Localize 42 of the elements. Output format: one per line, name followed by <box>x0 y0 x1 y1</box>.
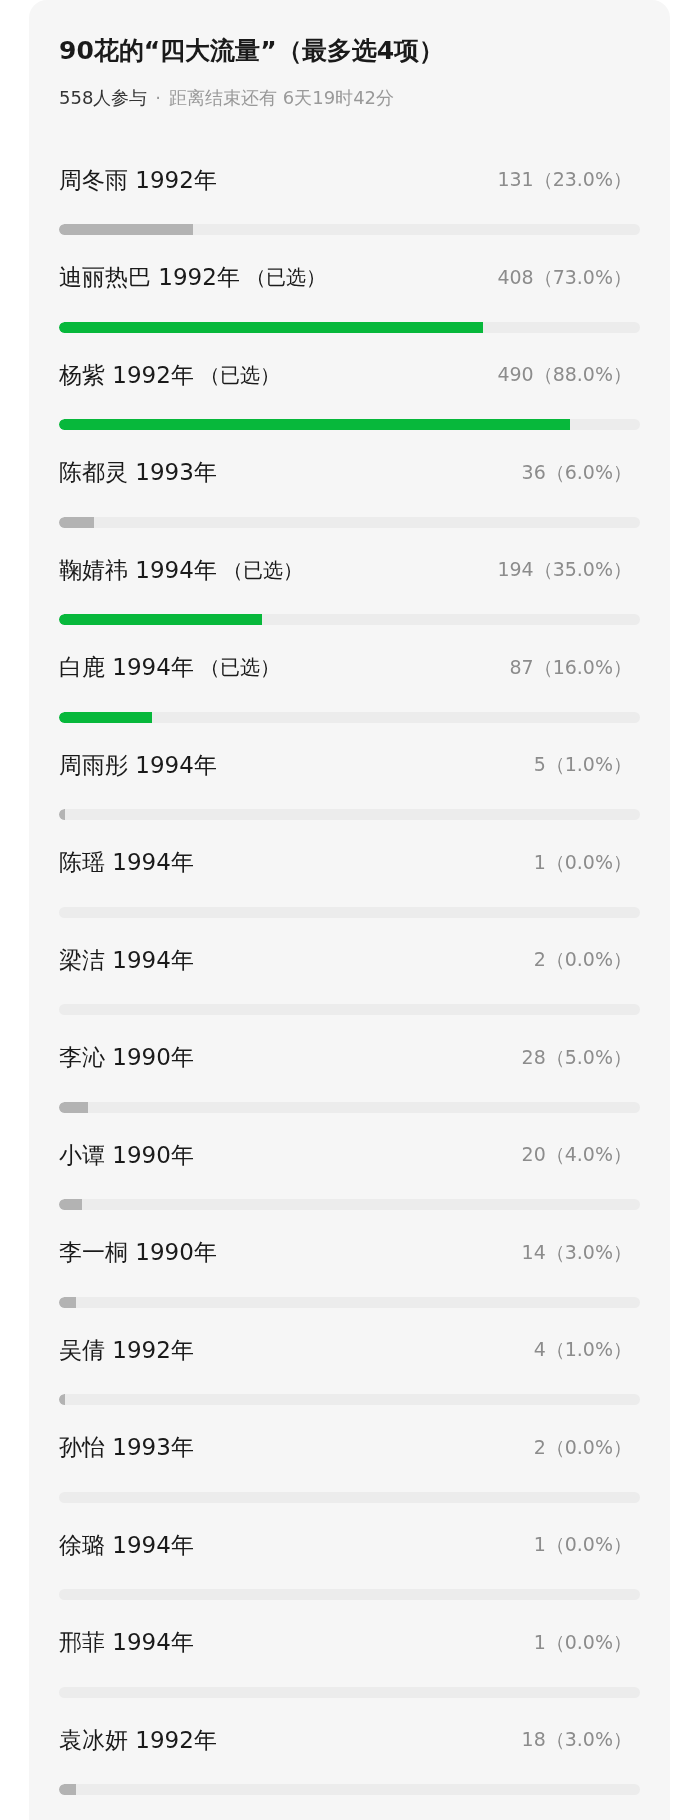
selected-tag: （已选） <box>245 264 326 291</box>
vote-result: 1（0.0%） <box>533 849 632 875</box>
option-label: 鞠婧祎 1994年 <box>59 555 217 585</box>
vote-result: 131（23.0%） <box>497 167 632 192</box>
option-label: 杨紫 1992年 <box>59 360 194 390</box>
vote-result: 1（0.0%） <box>533 1629 632 1655</box>
vote-result: 14（3.0%） <box>521 1239 632 1265</box>
option-label: 袁冰妍 1992年 <box>59 1725 217 1755</box>
vote-result: 194（35.0%） <box>497 557 632 582</box>
selected-tag: （已选） <box>199 361 280 389</box>
option-label: 迪丽热巴 1992年 <box>59 263 240 292</box>
vote-result: 5（1.0%） <box>533 752 632 777</box>
vote-result: 490（88.0%） <box>497 362 632 387</box>
option-label: 徐璐 1994年 <box>59 1530 194 1560</box>
selected-tag: （已选） <box>222 556 303 584</box>
option-label: 白鹿 1994年 <box>59 653 194 682</box>
selected-tag: （已选） <box>199 654 280 681</box>
vote-result: 36（6.0%） <box>521 459 632 485</box>
option-label: 周雨彤 1994年 <box>59 750 217 780</box>
vote-result: 87（16.0%） <box>509 654 632 680</box>
deadline-text: 距离结束还有 6天19时42分 <box>169 86 395 110</box>
vote-result: 28（5.0%） <box>521 1044 632 1070</box>
option-label: 小谭 1990年 <box>59 1140 194 1170</box>
option-label: 李沁 1990年 <box>59 1043 194 1072</box>
option-label: 吴倩 1992年 <box>59 1335 194 1365</box>
option-label: 邢菲 1994年 <box>59 1628 194 1657</box>
vote-result: 2（0.0%） <box>533 1434 632 1460</box>
separator-dot: · <box>155 86 162 110</box>
vote-result: 408（73.0%） <box>497 264 632 290</box>
option-label: 李一桐 1990年 <box>59 1238 217 1267</box>
vote-result: 2（0.0%） <box>533 947 632 972</box>
poll-title: 90花的“四大流量”（最多选4项） <box>59 35 446 67</box>
option-label: 孙怡 1993年 <box>59 1433 194 1462</box>
vote-result: 1（0.0%） <box>533 1532 632 1557</box>
option-label: 梁洁 1994年 <box>59 945 194 975</box>
option-label: 陈瑶 1994年 <box>59 848 194 877</box>
vote-result: 18（3.0%） <box>521 1727 632 1752</box>
option-label: 陈都灵 1993年 <box>59 458 217 487</box>
option-label: 周冬雨 1992年 <box>59 165 217 195</box>
vote-result: 4（1.0%） <box>533 1337 632 1362</box>
vote-result: 20（4.0%） <box>521 1142 632 1167</box>
participant-count: 558人参与 <box>59 86 148 110</box>
